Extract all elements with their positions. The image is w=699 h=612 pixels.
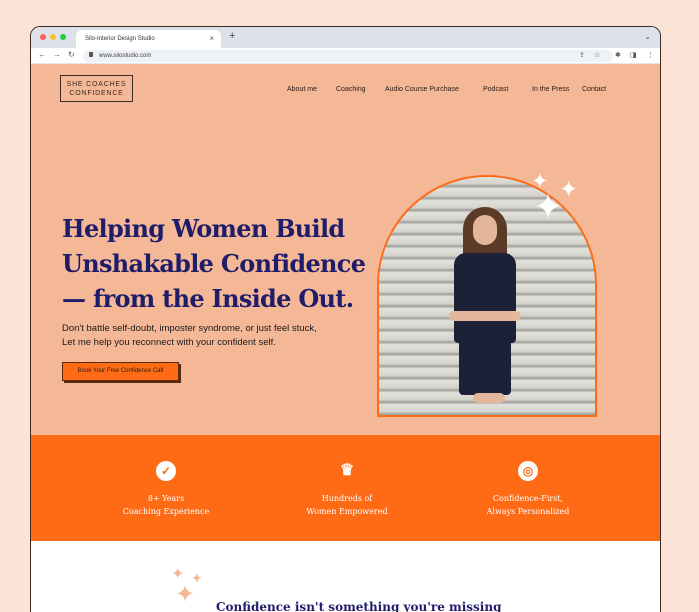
nav-about-me[interactable]: About me: [287, 86, 317, 93]
feature-experience: ✓ 8+ Years Coaching Experience: [81, 461, 251, 518]
feature-line: Always Personalized: [486, 507, 570, 516]
feature-text: Hundreds of Women Empowered: [262, 492, 432, 518]
browser-window: Silo-Interior Design Studio × + ⌄ ← → ↻ …: [30, 26, 661, 612]
subtext-line-2: Let me help you reconnect with your conf…: [62, 337, 276, 348]
close-window-button[interactable]: [40, 34, 46, 40]
nav-contact[interactable]: Contact: [582, 86, 606, 93]
feature-line: 8+ Years: [147, 494, 185, 503]
nav-podcast[interactable]: Podcast: [483, 86, 508, 93]
sparkle-icon: ✦: [175, 581, 196, 608]
feature-line: Coaching Experience: [122, 507, 210, 516]
feature-text: Confidence-First, Always Personalized: [443, 492, 613, 518]
feature-women-empowered: ♛ Hundreds of Women Empowered: [262, 461, 432, 518]
headline-line-1: Helping Women Build: [62, 214, 345, 243]
minimize-window-button[interactable]: [50, 34, 56, 40]
nav-audio-course[interactable]: Audio Course Purchase: [385, 86, 459, 93]
sparkle-icon: ✦: [533, 186, 564, 227]
section-heading: Confidence isn't something you're missin…: [216, 600, 502, 612]
headline-line-3: — from the Inside Out.: [62, 284, 354, 313]
logo-line-2: CONFIDENCE: [69, 90, 124, 97]
new-tab-button[interactable]: +: [229, 30, 235, 42]
feature-line: Confidence-First,: [492, 494, 564, 503]
next-section: ✦ ✦ ✦ Confidence isn't something you're …: [31, 541, 660, 612]
back-icon[interactable]: ←: [38, 50, 46, 59]
star-icon[interactable]: ☆: [594, 51, 600, 59]
url-field[interactable]: www.silostudio.com: [83, 50, 613, 62]
tab-menu-icon[interactable]: ⌄: [644, 32, 651, 41]
url-text: www.silostudio.com: [99, 53, 152, 59]
side-panel-icon[interactable]: ◨: [630, 51, 637, 59]
nav-in-the-press[interactable]: In the Press: [532, 86, 569, 93]
feature-personalized: ◎ Confidence-First, Always Personalized: [443, 461, 613, 518]
website: SHE COACHES CONFIDENCE About me Coaching…: [31, 64, 660, 612]
headline-line-2: Unshakable Confidence: [62, 249, 366, 278]
address-bar: ← → ↻ www.silostudio.com ⇪ ☆ ✱ ◨ ⋮: [31, 48, 660, 64]
nav-coaching[interactable]: Coaching: [336, 86, 366, 93]
forward-icon[interactable]: →: [53, 50, 61, 59]
features-band: ✓ 8+ Years Coaching Experience ♛ Hundred…: [31, 435, 660, 541]
crown-icon: ♛: [339, 462, 355, 479]
hero-photo: [377, 175, 597, 417]
photo-feet: [473, 393, 505, 403]
maximize-window-button[interactable]: [60, 34, 66, 40]
book-call-button[interactable]: Book Your Free Confidence Call: [62, 362, 179, 381]
site-logo[interactable]: SHE COACHES CONFIDENCE: [60, 75, 133, 102]
logo-line-1: SHE COACHES: [66, 81, 127, 88]
feature-text: 8+ Years Coaching Experience: [81, 492, 251, 518]
tab-title: Silo-Interior Design Studio: [85, 36, 155, 42]
feature-line: Women Empowered: [306, 507, 388, 516]
feature-line: Hundreds of: [321, 494, 373, 503]
hero-headline: Helping Women Build Unshakable Confidenc…: [62, 211, 382, 316]
photo-face: [473, 215, 497, 245]
share-icon[interactable]: ⇪: [579, 51, 585, 59]
photo-hands: [449, 311, 521, 321]
target-icon: ◎: [518, 461, 538, 481]
photo-legs: [459, 327, 511, 395]
lock-icon: [89, 52, 93, 57]
check-circle-icon: ✓: [156, 461, 176, 481]
browser-menu-icon[interactable]: ⋮: [647, 51, 654, 59]
reload-icon[interactable]: ↻: [68, 50, 75, 59]
tab-bar: Silo-Interior Design Studio × + ⌄: [31, 27, 660, 48]
hero-subtext: Don't battle self-doubt, imposter syndro…: [62, 322, 362, 350]
tab-close-icon[interactable]: ×: [209, 34, 214, 43]
extensions-icon[interactable]: ✱: [615, 51, 621, 59]
window-controls: [40, 34, 66, 40]
subtext-line-1: Don't battle self-doubt, imposter syndro…: [62, 323, 317, 334]
browser-tab[interactable]: Silo-Interior Design Studio ×: [76, 30, 221, 48]
